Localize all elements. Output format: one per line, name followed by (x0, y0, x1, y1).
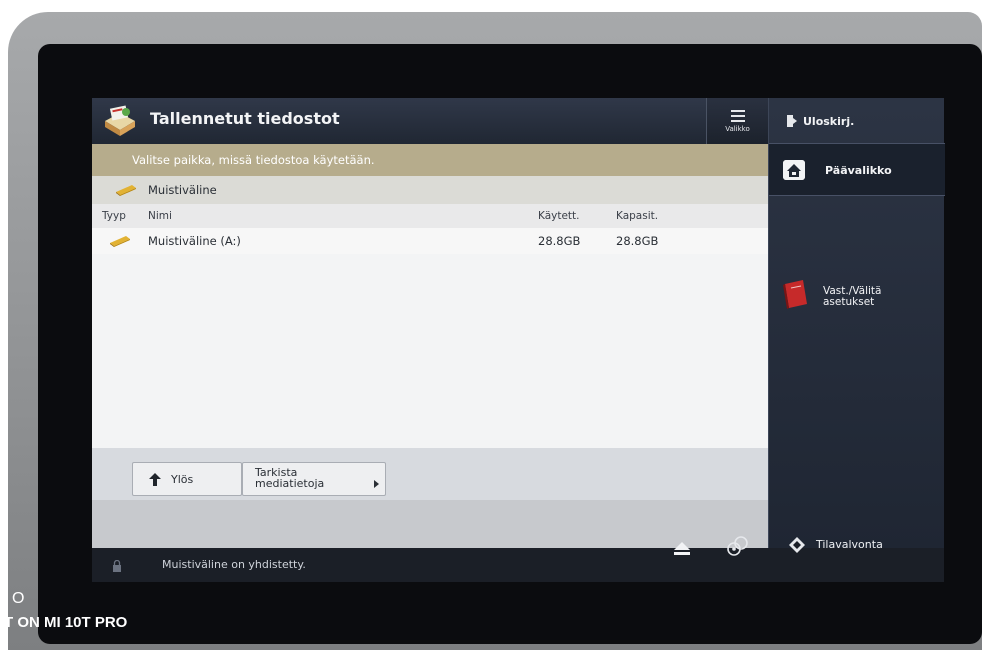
action-bar: Ylös Tarkista mediatietoja (92, 448, 768, 500)
page-title: Tallennetut tiedostot (150, 109, 340, 128)
status-monitor-label: Tilavalvonta (816, 538, 883, 551)
menu-label: Valikko (725, 124, 750, 133)
column-used: Käytett. (538, 210, 580, 222)
home-button[interactable]: Päävalikko (769, 144, 945, 196)
chevron-right-icon (374, 480, 379, 488)
watermark-ring: O (12, 590, 25, 607)
check-media-label: Tarkista mediatietoja (255, 466, 325, 490)
row-used: 28.8GB (538, 234, 581, 248)
logout-button[interactable]: Uloskirj. (769, 98, 945, 144)
watermark-text: T ON MI 10T PRO (4, 614, 128, 631)
lock-icon (113, 560, 121, 572)
up-button-label: Ylös (171, 473, 194, 486)
app-folder-icon (105, 105, 135, 136)
settings-icon[interactable] (724, 534, 750, 560)
favorites-button[interactable]: Vast./Välitä asetukset (769, 268, 945, 328)
usb-drive-icon (116, 185, 136, 196)
check-media-button[interactable]: Tarkista mediatietoja (242, 462, 386, 496)
instruction-bar: Valitse paikka, missä tiedostoa käytetää… (92, 144, 768, 176)
home-label: Päävalikko (825, 164, 892, 177)
home-icon (783, 160, 805, 180)
touch-screen: Tallennetut tiedostot Valikko Valitse pa… (92, 98, 945, 582)
logout-label: Uloskirj. (803, 115, 855, 128)
row-capacity: 28.8GB (616, 234, 659, 248)
location-label: Muistiväline (148, 183, 217, 197)
status-monitor-icon (789, 537, 805, 553)
row-name: Muistiväline (A:) (148, 234, 241, 248)
column-capacity: Kapasit. (616, 210, 659, 222)
book-icon (783, 280, 807, 309)
favorites-label: Vast./Välitä asetukset (823, 285, 882, 308)
main-panel: Tallennetut tiedostot Valikko Valitse pa… (92, 98, 768, 548)
title-bar: Tallennetut tiedostot Valikko (92, 98, 768, 144)
logout-icon (787, 115, 797, 127)
eject-icon[interactable] (672, 540, 692, 556)
usb-drive-icon (110, 236, 130, 247)
table-row[interactable]: Muistiväline (A:) 28.8GB 28.8GB (92, 228, 768, 254)
status-bar: Muistiväline on yhdistetty. Tilavalvonta (92, 536, 944, 582)
table-header: Tyyp Nimi Käytett. Kapasit. (92, 204, 768, 228)
instruction-text: Valitse paikka, missä tiedostoa käytetää… (132, 153, 375, 167)
bottom-spacer (92, 500, 768, 548)
status-message: Muistiväline on yhdistetty. (162, 558, 306, 571)
menu-icon (730, 109, 745, 122)
up-arrow-icon (149, 473, 161, 486)
file-list (92, 228, 768, 448)
column-name: Nimi (148, 210, 172, 222)
location-breadcrumb: Muistiväline (92, 176, 768, 204)
sidebar: Uloskirj. Päävalikko Vast./Välitä asetuk… (768, 98, 945, 548)
menu-button[interactable]: Valikko (706, 98, 768, 144)
up-button[interactable]: Ylös (132, 462, 242, 496)
column-type: Tyyp (102, 210, 126, 222)
